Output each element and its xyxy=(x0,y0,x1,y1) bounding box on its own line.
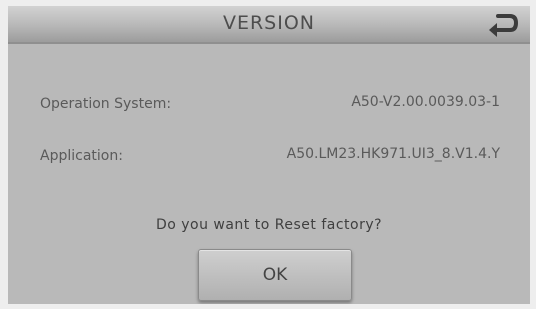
reset-question: Do you want to Reset factory? xyxy=(155,217,383,233)
application-value: A50.LM23.HK971.UI3_8.V1.4.Y xyxy=(286,146,500,162)
page-title: VERSION xyxy=(222,12,316,34)
os-label: Operation System: xyxy=(40,96,172,112)
os-value: A50-V2.00.0039.03-1 xyxy=(351,94,500,110)
application-label: Application: xyxy=(40,148,123,164)
version-screen: VERSION Operation System: A50-V2.00.0039… xyxy=(8,6,530,304)
ok-button[interactable]: OK xyxy=(198,249,352,301)
ok-button-label: OK xyxy=(262,265,288,285)
return-arrow-icon xyxy=(489,14,519,37)
back-button[interactable] xyxy=(486,10,520,38)
header-bar: VERSION xyxy=(8,6,530,44)
